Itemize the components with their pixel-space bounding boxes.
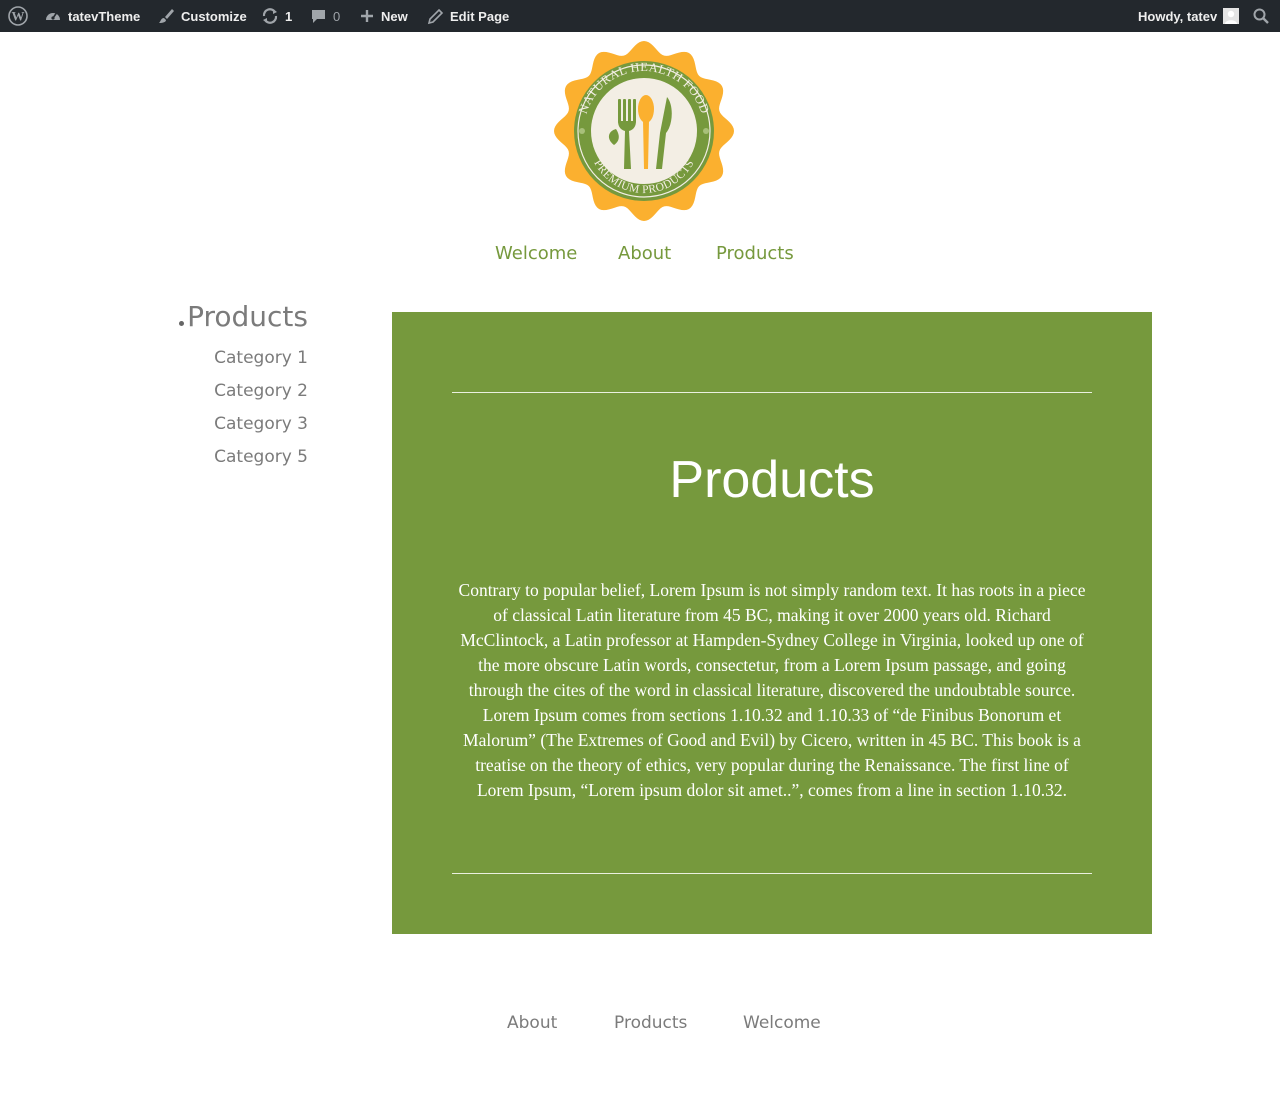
footer-nav-products[interactable]: Products (614, 1013, 687, 1033)
page-title: Products (669, 451, 875, 509)
greeting-text: Howdy, tatev (1138, 8, 1218, 24)
sidebar-item-category-1[interactable]: Category 1 (214, 348, 308, 368)
badge-dot-right (703, 128, 709, 134)
page-body-text: Contrary to popular belief, Lorem Ipsum … (458, 580, 1086, 800)
top-divider (452, 392, 1092, 393)
plus-icon (361, 10, 373, 22)
badge-dot-left (579, 128, 585, 134)
paintbrush-icon (159, 9, 174, 23)
site-name-link[interactable]: tatevTheme (44, 0, 140, 32)
main-nav-products[interactable]: Products (716, 243, 794, 264)
list-bullet (179, 321, 184, 326)
comments-count: 0 (333, 8, 341, 24)
new-label: New (381, 8, 408, 24)
svg-text:W: W (12, 9, 25, 24)
customize-link[interactable]: Customize (157, 0, 247, 32)
footer-nav-about[interactable]: About (507, 1013, 557, 1033)
comments-link[interactable]: 0 (310, 0, 340, 32)
footer-navigation: About Products Welcome (0, 1013, 1280, 1041)
refresh-icon (262, 8, 278, 24)
sidebar-item-category-5[interactable]: Category 5 (214, 447, 308, 467)
comment-bubble-icon (312, 9, 325, 23)
updates-link[interactable]: 1 (261, 0, 292, 32)
customize-label: Customize (181, 8, 247, 24)
sidebar-item-category-2[interactable]: Category 2 (214, 381, 308, 401)
main-nav-about[interactable]: About (618, 243, 671, 264)
wordpress-logo-button[interactable]: W (8, 0, 28, 32)
edit-page-link[interactable]: Edit Page (427, 0, 509, 32)
new-content-link[interactable]: New (359, 0, 408, 32)
footer-nav-welcome[interactable]: Welcome (743, 1013, 821, 1033)
main-nav-welcome[interactable]: Welcome (495, 243, 577, 264)
user-silhouette-icon (1225, 10, 1238, 24)
pencil-icon (427, 8, 444, 24)
site-name: tatevTheme (68, 8, 141, 24)
updates-count: 1 (285, 8, 293, 24)
edit-page-label: Edit Page (450, 8, 510, 24)
dashboard-gauge-icon (46, 12, 60, 20)
site-logo[interactable]: NATURAL HEALTH FOOD PREMIUM PRODUCTS (552, 41, 736, 221)
admin-bar: W tatevTheme Customize 1 0 New Edit Page… (0, 0, 1280, 32)
avatar (1223, 8, 1240, 24)
natural-health-food-badge: NATURAL HEALTH FOOD PREMIUM PRODUCTS (554, 41, 734, 221)
search-icon (1253, 8, 1269, 24)
content-panel: Products Contrary to popular belief, Lor… (392, 312, 1152, 934)
search-button[interactable] (1252, 0, 1270, 32)
bottom-divider (452, 873, 1092, 874)
sidebar-title-products[interactable]: Products (187, 300, 308, 333)
wordpress-icon: W (8, 6, 28, 26)
my-account-link[interactable]: Howdy, tatev (1138, 0, 1240, 32)
sidebar-item-category-3[interactable]: Category 3 (214, 414, 308, 434)
main-navigation: Welcome About Products (0, 243, 1280, 271)
